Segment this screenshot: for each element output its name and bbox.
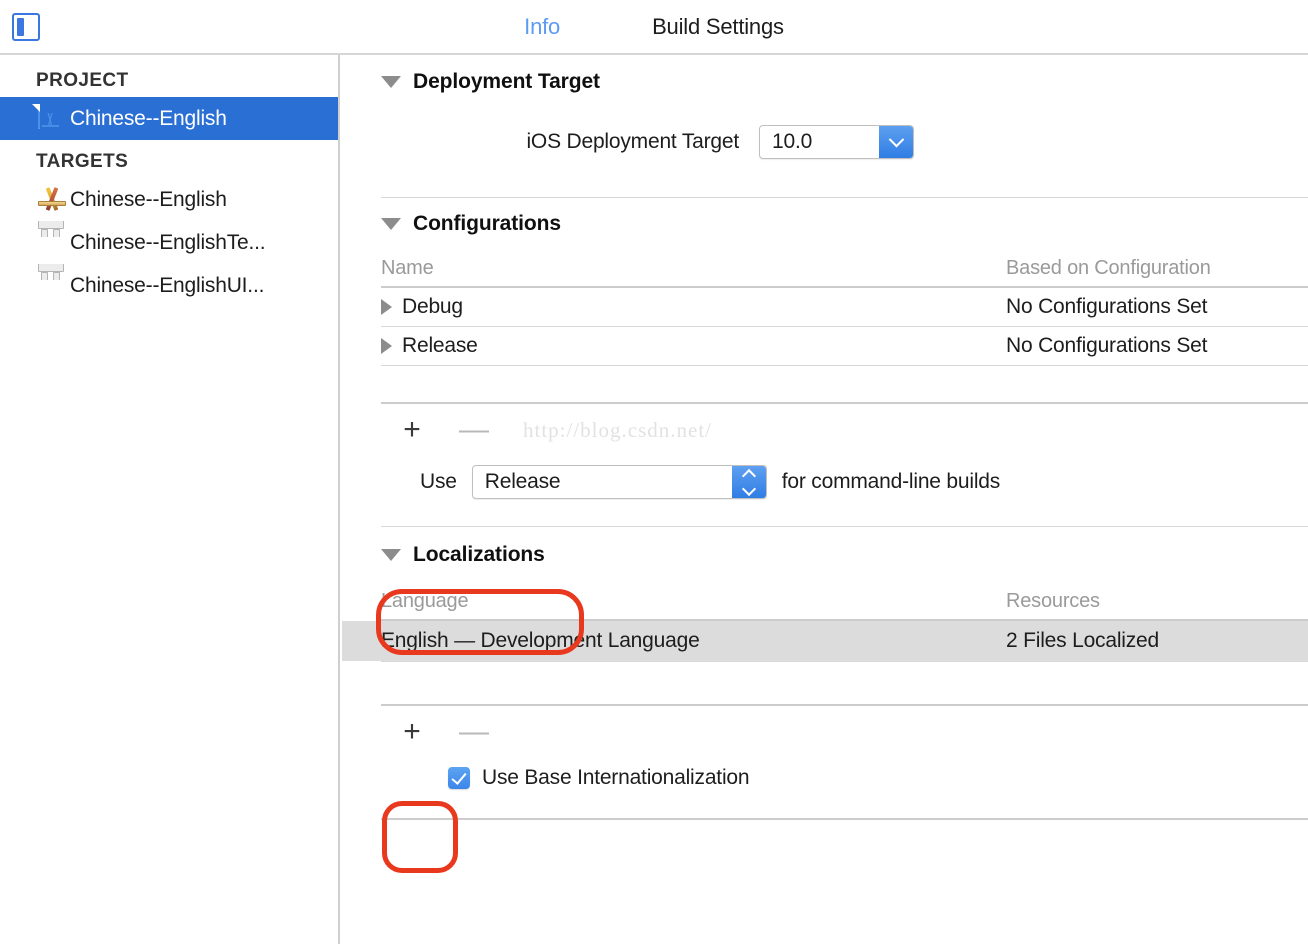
configuration-based-on: No Configurations Set — [1006, 295, 1208, 318]
configurations-add-remove-toolbar: + — http://blog.csdn.net/ — [342, 404, 1308, 456]
section-title: Configurations — [413, 212, 561, 235]
triangle-down-icon[interactable] — [381, 218, 401, 230]
editor-tab-bar: Info Build Settings — [0, 0, 1308, 53]
sidebar-group-project: PROJECT — [36, 70, 129, 91]
watermark-text: http://blog.csdn.net/ — [523, 417, 712, 442]
sidebar-item-project-chinese-english[interactable]: Chinese--English — [0, 97, 338, 140]
sidebar-group-targets: TARGETS — [36, 151, 129, 172]
ios-deployment-target-row: iOS Deployment Target 10.0 — [342, 109, 1308, 175]
use-base-internationalization-row[interactable]: Use Base Internationalization — [342, 758, 1308, 798]
triangle-down-icon[interactable] — [381, 549, 401, 561]
command-line-configuration-popup[interactable]: Release — [471, 465, 767, 499]
table-divider — [381, 365, 1308, 366]
sidebar-item-label: Chinese--English — [70, 187, 227, 211]
localizations-table-header: Language Resources — [342, 583, 1308, 619]
configuration-based-on: No Configurations Set — [1006, 334, 1208, 357]
column-header-name: Name — [381, 256, 434, 279]
table-divider — [381, 661, 1308, 662]
tab-build-settings[interactable]: Build Settings — [652, 14, 784, 40]
add-configuration-button[interactable]: + — [381, 415, 443, 445]
xcode-project-editor-window: Info Build Settings PROJECT Chinese--Eng… — [0, 0, 1308, 944]
sidebar-item-label: Chinese--English — [70, 106, 227, 130]
remove-configuration-button[interactable]: — — [443, 415, 505, 445]
bundle-target-icon — [38, 221, 64, 257]
column-header-based-on: Based on Configuration — [1006, 256, 1211, 279]
project-document-icon — [38, 103, 64, 133]
remove-localization-button[interactable]: — — [443, 717, 505, 747]
section-deployment-target-header[interactable]: Deployment Target — [342, 55, 1308, 109]
configuration-name: Release — [402, 334, 478, 357]
bottom-divider — [381, 818, 1308, 820]
section-title: Deployment Target — [413, 70, 600, 93]
sidebar-item-target-uitests[interactable]: Chinese--EnglishUI... — [0, 264, 338, 307]
localizations-add-button-highlight — [382, 801, 458, 873]
triangle-right-icon[interactable] — [381, 338, 392, 354]
command-line-builds-row: Use Release for command-line builds — [342, 456, 1308, 508]
section-configurations-header[interactable]: Configurations — [342, 198, 1308, 250]
table-row[interactable]: Release No Configurations Set — [342, 327, 1308, 365]
use-base-internationalization-label: Use Base Internationalization — [482, 766, 750, 789]
sidebar-item-target-tests[interactable]: Chinese--EnglishTe... — [0, 221, 338, 264]
table-row[interactable]: English — Development Language 2 Files L… — [342, 621, 1308, 661]
sidebar-item-label: Chinese--EnglishUI... — [70, 273, 265, 297]
toolbar: Info Build Settings — [0, 0, 1308, 55]
project-navigator-sidebar: PROJECT Chinese--English TARGETS Chinese… — [0, 55, 340, 944]
app-target-icon — [38, 186, 66, 214]
use-base-internationalization-checkbox[interactable] — [448, 767, 470, 789]
chevron-down-icon[interactable] — [879, 126, 913, 158]
command-line-prefix-label: Use — [420, 470, 457, 493]
command-line-configuration-value: Release — [484, 470, 561, 493]
ios-deployment-target-popup[interactable]: 10.0 — [759, 125, 914, 159]
configuration-name: Debug — [402, 295, 463, 318]
bundle-target-icon — [38, 264, 64, 300]
tab-info[interactable]: Info — [524, 14, 560, 40]
triangle-right-icon[interactable] — [381, 299, 392, 315]
localization-language: English — Development Language — [381, 629, 700, 652]
column-header-language: Language — [381, 589, 469, 612]
configurations-table-header: Name Based on Configuration — [342, 250, 1308, 286]
sidebar-item-target-app[interactable]: Chinese--English — [0, 178, 338, 221]
section-localizations-header[interactable]: Localizations — [342, 527, 1308, 583]
section-title: Localizations — [413, 543, 545, 566]
ios-deployment-target-value: 10.0 — [772, 130, 813, 153]
localization-resources: 2 Files Localized — [1006, 629, 1160, 652]
add-localization-button[interactable]: + — [381, 717, 443, 747]
chevron-up-down-icon[interactable] — [731, 466, 766, 498]
column-header-resources: Resources — [1006, 589, 1100, 612]
table-row[interactable]: Debug No Configurations Set — [342, 288, 1308, 326]
sidebar-item-label: Chinese--EnglishTe... — [70, 230, 266, 254]
info-settings-panel: Deployment Target iOS Deployment Target … — [342, 55, 1308, 944]
localizations-add-remove-toolbar: + — — [342, 706, 1308, 758]
ios-deployment-target-label: iOS Deployment Target — [526, 130, 739, 153]
triangle-down-icon[interactable] — [381, 76, 401, 88]
command-line-suffix-label: for command-line builds — [781, 470, 1001, 493]
